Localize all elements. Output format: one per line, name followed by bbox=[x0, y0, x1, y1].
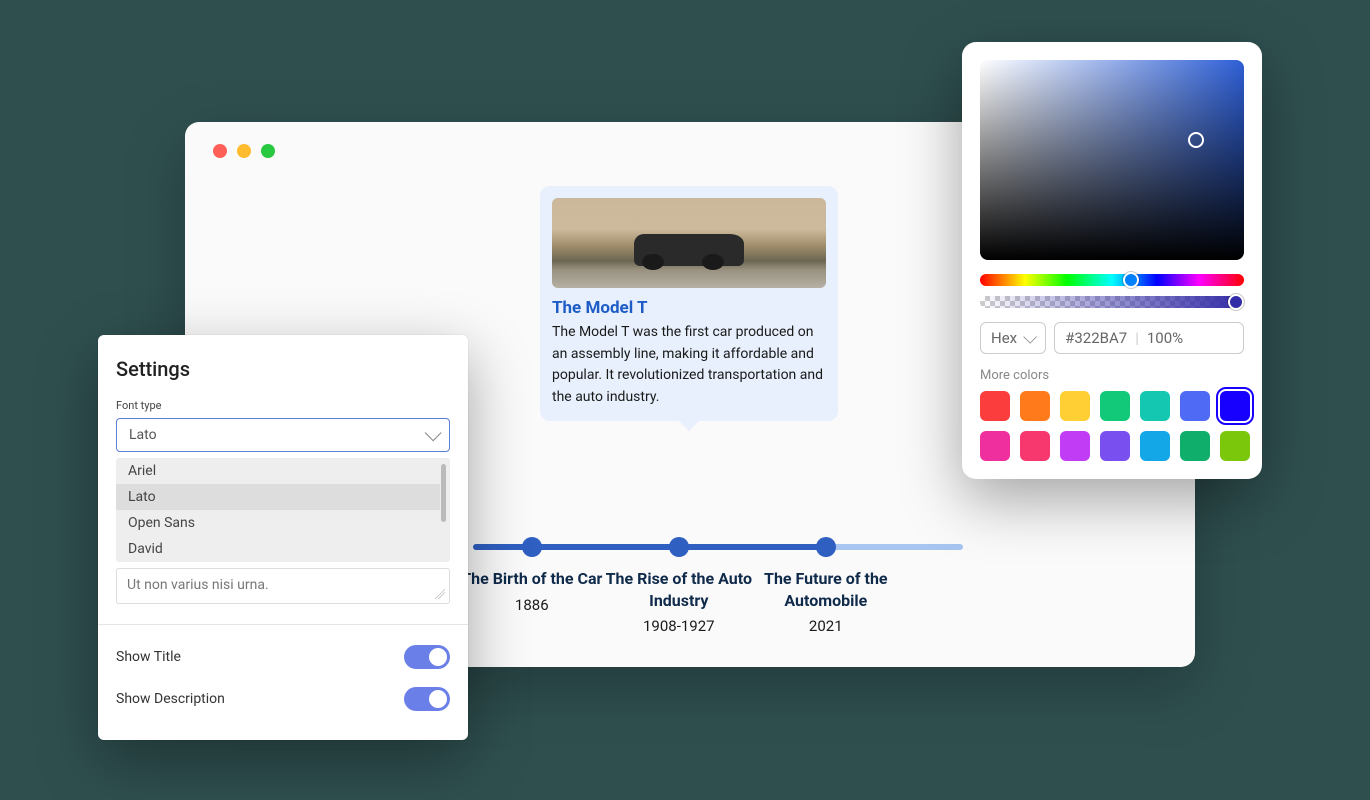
color-swatch[interactable] bbox=[1220, 391, 1250, 421]
color-swatch[interactable] bbox=[1020, 431, 1050, 461]
color-swatch[interactable] bbox=[1060, 391, 1090, 421]
timeline-label-year: 1886 bbox=[457, 596, 607, 614]
timeline-track[interactable] bbox=[473, 544, 963, 550]
maximize-window-button[interactable] bbox=[261, 144, 275, 158]
color-picker-panel: Hex #322BA7 | 100% More colors bbox=[962, 42, 1262, 479]
alpha-value: 100% bbox=[1147, 329, 1183, 347]
hex-separator: | bbox=[1135, 329, 1139, 347]
timeline-label-year: 2021 bbox=[751, 617, 901, 635]
hex-value: #322BA7 bbox=[1065, 329, 1127, 347]
color-swatch[interactable] bbox=[1180, 431, 1210, 461]
close-window-button[interactable] bbox=[213, 144, 227, 158]
show-description-toggle[interactable] bbox=[404, 687, 450, 711]
color-swatch[interactable] bbox=[1100, 431, 1130, 461]
color-swatches bbox=[980, 391, 1244, 461]
color-swatch[interactable] bbox=[980, 431, 1010, 461]
window-controls bbox=[213, 144, 275, 158]
font-type-label: Font type bbox=[116, 399, 450, 412]
show-description-label: Show Description bbox=[116, 691, 225, 707]
chevron-down-icon bbox=[425, 424, 442, 441]
font-option[interactable]: Open Sans bbox=[116, 510, 440, 536]
color-format-value: Hex bbox=[991, 329, 1017, 347]
textarea-value: Ut non varius nisi urna. bbox=[127, 577, 269, 593]
color-swatch[interactable] bbox=[980, 391, 1010, 421]
card-arrow-icon bbox=[677, 419, 701, 431]
font-option[interactable]: Lato bbox=[116, 484, 440, 510]
divider bbox=[98, 624, 468, 625]
card-title: The Model T bbox=[552, 298, 826, 318]
color-gradient-field[interactable] bbox=[980, 60, 1244, 260]
color-value-row: Hex #322BA7 | 100% bbox=[980, 322, 1244, 354]
font-option[interactable]: David bbox=[116, 536, 440, 562]
show-title-row: Show Title bbox=[116, 645, 450, 669]
chevron-down-icon bbox=[1023, 330, 1037, 344]
color-swatch[interactable] bbox=[1140, 391, 1170, 421]
more-colors-label: More colors bbox=[980, 368, 1244, 383]
card-image bbox=[552, 198, 826, 288]
timeline-node[interactable] bbox=[522, 537, 542, 557]
timeline-node[interactable] bbox=[816, 537, 836, 557]
color-swatch[interactable] bbox=[1140, 431, 1170, 461]
timeline-label: The Future of the Automobile 2021 bbox=[751, 568, 901, 635]
timeline: The Birth of the Car1886The Rise of the … bbox=[473, 544, 963, 550]
color-format-select[interactable]: Hex bbox=[980, 322, 1046, 354]
hue-slider[interactable] bbox=[980, 274, 1244, 286]
font-type-select[interactable]: Lato bbox=[116, 418, 450, 452]
color-swatch[interactable] bbox=[1220, 431, 1250, 461]
timeline-node[interactable] bbox=[669, 537, 689, 557]
description-textarea[interactable]: Ut non varius nisi urna. bbox=[116, 568, 450, 604]
color-swatch[interactable] bbox=[1060, 431, 1090, 461]
timeline-card[interactable]: The Model T The Model T was the first ca… bbox=[540, 186, 838, 421]
show-title-toggle[interactable] bbox=[404, 645, 450, 669]
color-swatch[interactable] bbox=[1100, 391, 1130, 421]
settings-panel: Settings Font type Lato ArielLatoOpen Sa… bbox=[98, 335, 468, 740]
card-description: The Model T was the first car produced o… bbox=[552, 322, 826, 409]
minimize-window-button[interactable] bbox=[237, 144, 251, 158]
alpha-slider[interactable] bbox=[980, 296, 1244, 308]
color-swatch[interactable] bbox=[1020, 391, 1050, 421]
timeline-label: The Birth of the Car 1886 bbox=[457, 568, 607, 614]
timeline-label-year: 1908-1927 bbox=[604, 617, 754, 635]
timeline-label: The Rise of the Auto Industry 1908-1927 bbox=[604, 568, 754, 635]
color-swatch[interactable] bbox=[1180, 391, 1210, 421]
font-type-value: Lato bbox=[129, 427, 157, 443]
timeline-label-title: The Birth of the Car bbox=[457, 568, 607, 590]
gradient-cursor-icon[interactable] bbox=[1188, 132, 1204, 148]
timeline-label-title: The Rise of the Auto Industry bbox=[604, 568, 754, 611]
font-type-dropdown: ArielLatoOpen SansDavid bbox=[116, 458, 450, 562]
timeline-label-title: The Future of the Automobile bbox=[751, 568, 901, 611]
show-description-row: Show Description bbox=[116, 687, 450, 711]
show-title-label: Show Title bbox=[116, 649, 181, 665]
hue-thumb[interactable] bbox=[1123, 272, 1139, 288]
hex-input[interactable]: #322BA7 | 100% bbox=[1054, 322, 1244, 354]
font-option[interactable]: Ariel bbox=[116, 458, 440, 484]
alpha-thumb[interactable] bbox=[1228, 294, 1244, 310]
settings-title: Settings bbox=[116, 357, 450, 381]
dropdown-scrollbar[interactable] bbox=[441, 464, 446, 522]
